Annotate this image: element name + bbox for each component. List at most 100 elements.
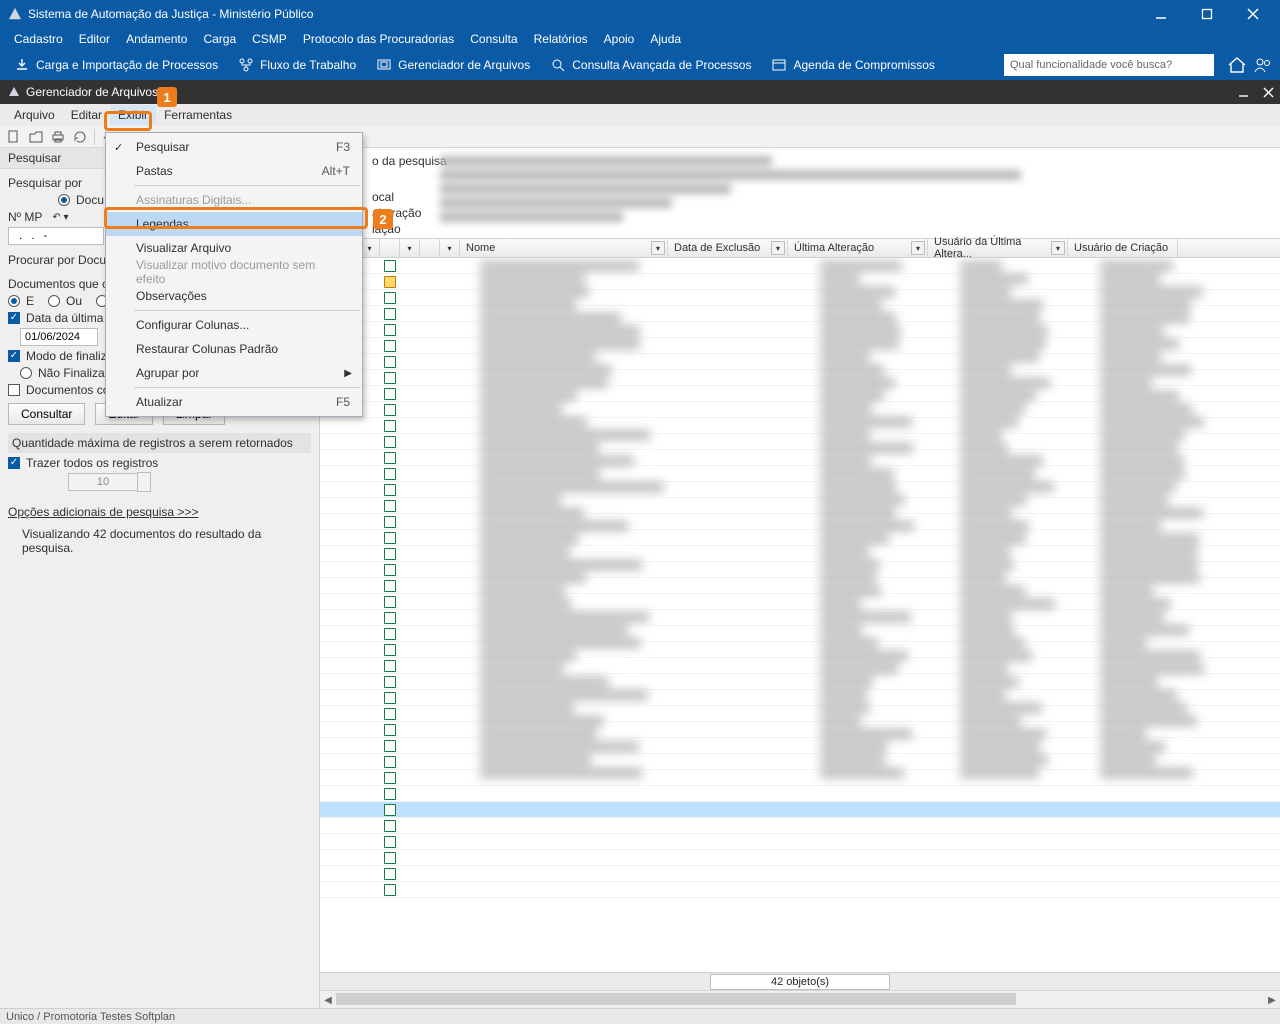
dd-atualizar[interactable]: AtualizarF5 <box>106 390 362 414</box>
document-icon <box>384 596 396 608</box>
annotation-badge-2: 2 <box>373 209 393 229</box>
filter-icon[interactable]: ▾ <box>911 241 925 255</box>
submenu-ferramentas[interactable]: Ferramentas <box>156 105 240 125</box>
submenu-arquivo[interactable]: Arquivo <box>6 105 63 125</box>
document-icon <box>384 484 396 496</box>
menu-ajuda[interactable]: Ajuda <box>642 29 689 49</box>
submenu-exibir[interactable]: Exibir <box>110 105 156 125</box>
new-icon[interactable] <box>6 129 22 145</box>
dd-observacoes[interactable]: Observações <box>106 284 362 308</box>
radio-docu-label: Docu <box>76 193 104 207</box>
undo-icon[interactable]: ↶ ▾ <box>52 212 68 223</box>
menu-apoio[interactable]: Apoio <box>596 29 643 49</box>
radio-e[interactable] <box>8 295 20 307</box>
menu-carga[interactable]: Carga <box>195 29 244 49</box>
tb-consulta-avancada[interactable]: Consulta Avançada de Processos <box>542 54 759 76</box>
home-icon[interactable] <box>1226 54 1248 76</box>
dd-configurar-colunas[interactable]: Configurar Colunas... <box>106 313 362 337</box>
tb-fluxo-trabalho[interactable]: Fluxo de Trabalho <box>230 54 364 76</box>
search-icon <box>550 57 566 73</box>
date-input[interactable] <box>20 328 98 346</box>
subwin-close-button[interactable] <box>1263 87 1274 98</box>
th-usuario-criacao[interactable]: Usuário de Criação <box>1068 239 1178 257</box>
document-icon <box>384 756 396 768</box>
submenu-editar[interactable]: Editar <box>63 105 110 125</box>
open-icon[interactable] <box>28 129 44 145</box>
th-nome[interactable]: Nome▾ <box>460 239 668 257</box>
document-icon <box>384 884 396 896</box>
radio-e-label: E <box>26 294 34 308</box>
tb-agenda[interactable]: Agenda de Compromissos <box>763 54 942 76</box>
th-icon-col-7[interactable]: ▾ <box>440 239 460 257</box>
th-icon-col-4[interactable] <box>380 239 400 257</box>
calendar-icon <box>771 57 787 73</box>
th-data-exclusao[interactable]: Data de Exclusão▾ <box>668 239 788 257</box>
menu-csmp[interactable]: CSMP <box>244 29 295 49</box>
document-icon <box>384 548 396 560</box>
docs-que-label: Documentos que co <box>8 277 115 291</box>
scroll-thumb[interactable] <box>336 993 1016 1005</box>
scroll-right-icon[interactable]: ▶ <box>1264 991 1280 1009</box>
refresh-icon[interactable] <box>72 129 88 145</box>
functionality-search[interactable]: Qual funcionalidade você busca? <box>1004 54 1214 76</box>
tb-label: Gerenciador de Arquivos <box>398 58 530 72</box>
document-icon <box>384 868 396 880</box>
dd-restaurar-colunas[interactable]: Restaurar Colunas Padrão <box>106 337 362 361</box>
dd-legendas[interactable]: Legendas <box>106 212 362 236</box>
chk-participacao[interactable] <box>8 384 20 396</box>
qtd-spinner[interactable]: 10 <box>68 473 138 491</box>
filter-icon[interactable]: ▾ <box>1051 241 1065 255</box>
scroll-left-icon[interactable]: ◀ <box>320 991 336 1009</box>
workflow-icon <box>238 57 254 73</box>
tb-label: Consulta Avançada de Processos <box>572 58 751 72</box>
dd-pesquisar[interactable]: ✓PesquisarF3 <box>106 135 362 159</box>
users-icon[interactable] <box>1252 54 1274 76</box>
menu-cadastro[interactable]: Cadastro <box>6 29 71 49</box>
consultar-button[interactable]: Consultar <box>8 403 85 425</box>
link-opcoes-adicionais[interactable]: Opções adicionais de pesquisa >>> <box>8 505 198 519</box>
document-icon <box>384 804 396 816</box>
procurar-label: Procurar por Docu <box>8 253 106 267</box>
chk-data-ultima[interactable] <box>8 312 20 324</box>
menu-editor[interactable]: Editor <box>71 29 118 49</box>
th-icon-col-6[interactable] <box>420 239 440 257</box>
th-icon-col-3[interactable]: ▾ <box>360 239 380 257</box>
statusbar: Unico / Promotoria Testes Softplan <box>0 1008 1280 1024</box>
radio-ou[interactable] <box>48 295 60 307</box>
menu-relatorios[interactable]: Relatórios <box>526 29 596 49</box>
chk-trazer-todos[interactable] <box>8 457 20 469</box>
filter-icon[interactable]: ▾ <box>771 241 785 255</box>
dd-agrupar-por[interactable]: Agrupar por▶ <box>106 361 362 385</box>
radio-docu[interactable] <box>58 194 70 206</box>
subwin-minimize-button[interactable] <box>1238 87 1249 98</box>
minimize-button[interactable] <box>1138 0 1184 28</box>
menu-protocolo[interactable]: Protocolo das Procuradorias <box>295 29 462 49</box>
tb-gerenciador-arquivos[interactable]: Gerenciador de Arquivos <box>368 54 538 76</box>
dd-pastas[interactable]: PastasAlt+T <box>106 159 362 183</box>
document-icon <box>384 308 396 320</box>
tb-carga-importacao[interactable]: Carga e Importação de Processos <box>6 54 226 76</box>
maximize-button[interactable] <box>1184 0 1230 28</box>
filter-icon[interactable]: ▾ <box>651 241 665 255</box>
print-icon[interactable] <box>50 129 66 145</box>
document-icon <box>384 820 396 832</box>
dd-visualizar-arquivo[interactable]: Visualizar Arquivo <box>106 236 362 260</box>
dd-assinaturas: Assinaturas Digitais... <box>106 188 362 212</box>
horizontal-scrollbar[interactable]: ◀ ▶ <box>320 990 1280 1008</box>
chk-modo-finalizacao[interactable] <box>8 350 20 362</box>
close-button[interactable] <box>1230 0 1276 28</box>
th-ultima-alteracao[interactable]: Última Alteração▾ <box>788 239 928 257</box>
menu-consulta[interactable]: Consulta <box>462 29 525 49</box>
th-usuario-alteracao[interactable]: Usuário da Última Altera...▾ <box>928 239 1068 257</box>
menu-andamento[interactable]: Andamento <box>118 29 195 49</box>
document-icon <box>384 676 396 688</box>
table-body[interactable] <box>320 258 1280 972</box>
table-header: ▾ ▾ ▾ Nome▾ Data de Exclusão▾ Última Alt… <box>320 238 1280 258</box>
flag-icon <box>384 276 396 288</box>
nmp-input[interactable] <box>8 227 104 245</box>
radio-nao-finalizados[interactable] <box>20 367 32 379</box>
document-icon <box>384 564 396 576</box>
document-icon <box>384 500 396 512</box>
folder-icon <box>376 57 392 73</box>
th-icon-col-5[interactable]: ▾ <box>400 239 420 257</box>
